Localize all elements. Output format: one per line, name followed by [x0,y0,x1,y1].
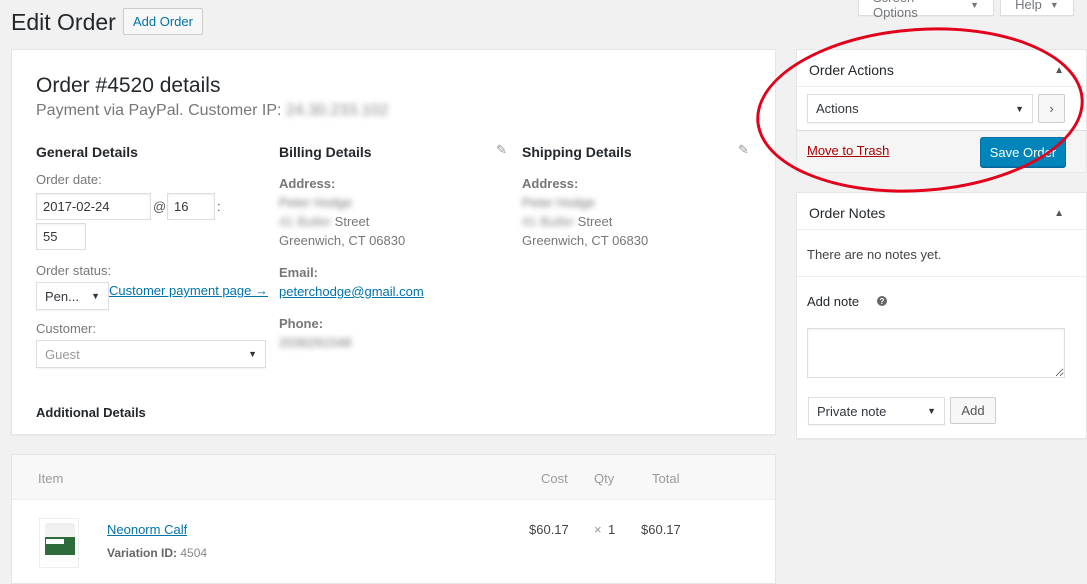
order-actions-select[interactable]: Actions ▼ [807,94,1033,123]
billing-name: Peter Hodge [279,195,352,210]
order-data-panel: Order #4520 details Payment via PayPal. … [11,49,776,435]
page-title: Edit Order [11,9,116,35]
shipping-details-title: Shipping Details [522,144,632,160]
item-variation: Variation ID: 4504 [107,546,207,560]
note-type-value: Private note [817,403,887,419]
note-type-select[interactable]: Private note ▼ [808,397,945,425]
order-date-input[interactable] [36,193,151,220]
add-note-label: Add note [807,294,860,309]
billing-email-label: Email: [279,265,319,280]
shipping-name: Peter Hodge [522,195,595,210]
product-name-link[interactable]: Neonorm Calf [107,522,187,537]
chevron-down-icon: ▼ [248,349,257,359]
order-actions-title: Order Actions [809,62,894,78]
shipping-city: Greenwich, CT 06830 [522,233,649,248]
billing-street-suffix: Street [334,214,370,229]
customer-label: Customer: [36,321,96,336]
additional-details-title: Additional Details [36,405,146,420]
shipping-street-suffix: Street [577,214,613,229]
screen-options-button[interactable]: Screen Options ▼ [858,0,994,20]
order-actions-value: Actions [816,101,859,116]
caret-down-icon: ▼ [970,0,979,10]
billing-street: 41 Butler Street [279,214,369,229]
at-separator: @ [153,199,167,214]
variation-label: Variation ID: [107,546,178,560]
order-status-label: Order status: [36,263,112,278]
chevron-down-icon: ▼ [91,291,100,301]
cost-column-header: Cost [541,471,568,486]
item-times: × [594,522,602,537]
billing-phone: 2036291548 [279,335,352,350]
edit-shipping-pencil-icon[interactable]: ✎ [738,142,749,158]
shipping-address-label: Address: [522,176,579,191]
customer-value: Guest [45,346,80,362]
screen-options-label: Screen Options [873,0,918,20]
caret-down-icon: ▼ [1049,0,1059,10]
collapse-arrow-icon[interactable]: ▲ [1054,208,1064,219]
order-actions-box: Order Actions ▲ Actions ▼ › Move to Tras… [796,49,1087,172]
edit-billing-pencil-icon[interactable]: ✎ [496,142,507,158]
shipping-street-number: 41 Butler [522,214,575,229]
billing-details-title: Billing Details [279,144,372,160]
item-qty: 1 [608,522,616,537]
add-order-button[interactable]: Add Order [123,8,203,35]
save-order-button[interactable]: Save Order [980,137,1066,167]
item-total: $60.17 [641,522,681,537]
items-table-header: Item Cost Qty Total [12,455,775,500]
collapse-arrow-icon[interactable]: ▲ [1054,65,1064,76]
hour-input[interactable] [167,193,215,220]
general-details-title: General Details [36,144,138,160]
billing-city: Greenwich, CT 06830 [279,233,406,248]
order-status-select[interactable]: Pen... ▼ [36,282,109,310]
chevron-down-icon: ▼ [927,406,936,416]
colon-separator: : [217,199,221,214]
shipping-street: 41 Butler Street [522,214,612,229]
billing-address-label: Address: [279,176,336,191]
customer-ip: 24.30.233.102 [285,102,389,119]
order-date-label: Order date: [36,172,102,187]
order-notes-box: Order Notes ▲ There are no notes yet. Ad… [796,192,1087,439]
order-status-value: Pen... [45,288,79,304]
order-heading: Order #4520 details [36,74,221,97]
item-cost: $60.17 [529,522,569,537]
order-payment-meta: Payment via PayPal. Customer IP: 24.30.2… [36,102,388,120]
no-notes-message: There are no notes yet. [807,247,942,262]
order-notes-title: Order Notes [809,205,886,221]
customer-select[interactable]: Guest ▼ [36,340,266,368]
customer-payment-page-link[interactable]: Customer payment page → [109,283,268,298]
chevron-right-icon: › [1049,101,1054,116]
minute-input[interactable] [36,223,86,250]
help-tip-icon[interactable]: ? [877,296,887,306]
billing-email-link[interactable]: peterchodge@gmail.com [279,284,424,299]
product-thumbnail [39,518,79,568]
qty-column-header: Qty [594,471,615,486]
help-label: Help [1015,0,1042,12]
billing-street-number: 41 Butler [279,214,332,229]
total-column-header: Total [652,471,680,486]
payment-info: Payment via PayPal. Customer IP: [36,102,282,119]
note-textarea[interactable] [807,328,1065,378]
help-button[interactable]: Help ▼ [1000,0,1074,16]
add-note-button[interactable]: Add [950,397,996,424]
variation-id: 4504 [180,546,208,560]
move-to-trash-link[interactable]: Move to Trash [807,143,889,158]
apply-action-button[interactable]: › [1038,94,1065,123]
chevron-down-icon: ▼ [1015,103,1024,114]
billing-phone-label: Phone: [279,316,324,331]
item-column-header: Item [38,471,64,486]
